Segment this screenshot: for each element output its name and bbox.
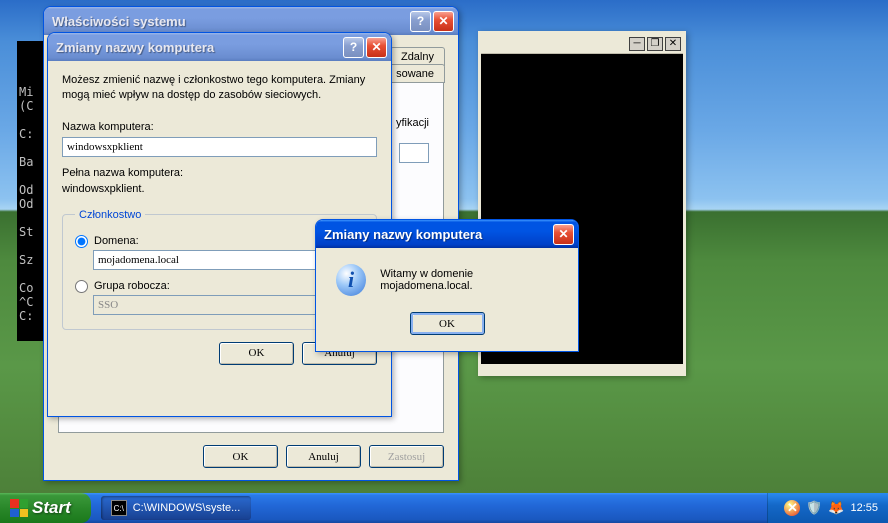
minimize-button[interactable]: ─ bbox=[629, 37, 645, 51]
computer-name-input[interactable] bbox=[62, 137, 377, 157]
cmd-titlebar[interactable]: ─ ❐ ✕ bbox=[481, 34, 683, 54]
apply-button: Zastosuj bbox=[369, 445, 444, 468]
help-button[interactable]: ? bbox=[410, 11, 431, 32]
cmd-icon: C:\ bbox=[111, 500, 127, 516]
domain-radio[interactable] bbox=[75, 235, 88, 248]
msgbox-body: i Witamy w domenie mojadomena.local. OK bbox=[316, 248, 578, 351]
restore-button[interactable]: ❐ bbox=[647, 37, 663, 51]
window-title: Zmiany nazwy komputera bbox=[324, 227, 553, 242]
workgroup-label[interactable]: Grupa robocza: bbox=[94, 280, 170, 292]
window-title: Właściwości systemu bbox=[52, 14, 410, 29]
taskbar: Start C:\ C:\WINDOWS\syste... ✕ 🛡️ 🦊 12:… bbox=[0, 493, 888, 523]
full-name-value: windowsxpklient. bbox=[62, 183, 377, 195]
msgbox-titlebar[interactable]: Zmiany nazwy komputera ✕ bbox=[316, 220, 578, 248]
ok-button[interactable]: OK bbox=[203, 445, 278, 468]
msgbox-content: i Witamy w domenie mojadomena.local. bbox=[336, 264, 558, 296]
tray-icon-2[interactable]: 🛡️ bbox=[806, 500, 822, 516]
start-label: Start bbox=[32, 498, 71, 518]
sysprops-buttons: OK Anuluj Zastosuj bbox=[58, 445, 444, 468]
full-name-label: Pełna nazwa komputera: bbox=[62, 167, 377, 179]
info-icon: i bbox=[336, 264, 366, 296]
system-tray[interactable]: ✕ 🛡️ 🦊 12:55 bbox=[767, 493, 888, 523]
computer-name-label: Nazwa komputera: bbox=[62, 121, 377, 133]
tray-icon-3[interactable]: 🦊 bbox=[828, 500, 844, 516]
start-button[interactable]: Start bbox=[0, 493, 91, 523]
msgbox-buttons: OK bbox=[336, 312, 558, 335]
windows-logo-icon bbox=[10, 499, 28, 517]
help-button[interactable]: ? bbox=[343, 37, 364, 58]
task-label: C:\WINDOWS\syste... bbox=[133, 502, 241, 514]
workgroup-radio[interactable] bbox=[75, 280, 88, 293]
msgbox-text: Witamy w domenie mojadomena.local. bbox=[380, 268, 558, 292]
taskbar-item-cmd[interactable]: C:\ C:\WINDOWS\syste... bbox=[101, 496, 251, 520]
tab-advanced[interactable]: sowane bbox=[385, 64, 445, 83]
close-button[interactable]: ✕ bbox=[433, 11, 454, 32]
close-button[interactable]: ✕ bbox=[665, 37, 681, 51]
sysprops-titlebar[interactable]: Właściwości systemu ? ✕ bbox=[44, 7, 458, 35]
close-button[interactable]: ✕ bbox=[553, 224, 574, 245]
domain-label[interactable]: Domena: bbox=[94, 235, 139, 247]
window-title: Zmiany nazwy komputera bbox=[56, 40, 343, 55]
ok-button[interactable]: OK bbox=[219, 342, 294, 365]
cancel-button[interactable]: Anuluj bbox=[286, 445, 361, 468]
clock[interactable]: 12:55 bbox=[850, 502, 878, 514]
welcome-message-box: Zmiany nazwy komputera ✕ i Witamy w dome… bbox=[315, 219, 579, 352]
rename-titlebar[interactable]: Zmiany nazwy komputera ? ✕ bbox=[48, 33, 391, 61]
fragment-input[interactable] bbox=[399, 143, 429, 163]
close-button[interactable]: ✕ bbox=[366, 37, 387, 58]
membership-legend: Członkostwo bbox=[75, 209, 145, 221]
ok-button[interactable]: OK bbox=[410, 312, 485, 335]
intro-text: Możesz zmienić nazwę i członkostwo tego … bbox=[62, 73, 377, 103]
security-alert-icon[interactable]: ✕ bbox=[784, 500, 800, 516]
